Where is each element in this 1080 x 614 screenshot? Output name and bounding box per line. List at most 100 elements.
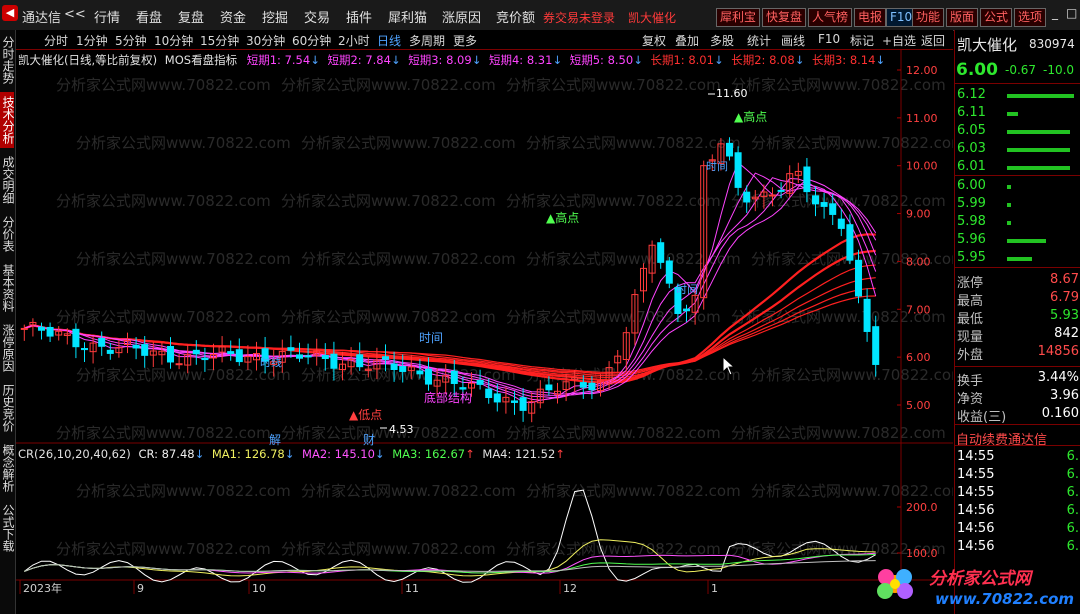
tab-limit-reason[interactable]: 涨停原因 (0, 320, 15, 376)
minimize-icon[interactable]: _ (1052, 6, 1058, 20)
options-button[interactable]: 选项 (1014, 8, 1047, 27)
candle-body (725, 142, 734, 157)
period-multi[interactable]: 多周期 (409, 32, 445, 49)
tab-intraday[interactable]: 分时走势 (0, 32, 15, 88)
period-30min[interactable]: 30分钟 (246, 32, 285, 49)
tab-technical-analysis[interactable]: 技术分析 (0, 92, 15, 148)
site-logo: 分析家公式网 www.70822.com (871, 560, 1080, 614)
tab-company-info[interactable]: 基本资料 (0, 260, 15, 316)
candle-body (579, 382, 587, 388)
adjust-button[interactable]: 复权 (642, 32, 666, 49)
chart-header: 凯大催化(日线,等比前复权) MOS看盘指标 短期1: 7.54↓ 短期2: 7… (18, 52, 885, 68)
draw-line-button[interactable]: 画线 (781, 32, 805, 49)
ask-row-label: 6.03 (957, 141, 986, 156)
candle-body (657, 242, 665, 263)
trade-login-warning[interactable]: 券交易未登录 (543, 9, 615, 26)
mark-button[interactable]: 标记 (850, 32, 874, 49)
menu-limit-reason[interactable]: 涨原因 (442, 7, 481, 26)
period-60min[interactable]: 60分钟 (292, 32, 331, 49)
menu-auction[interactable]: 竞价额 (496, 7, 535, 26)
period-more[interactable]: 更多 (453, 32, 477, 49)
candle-body (390, 363, 398, 370)
menu-quotes[interactable]: 行情 (94, 7, 120, 26)
tab-concept[interactable]: 概念解析 (0, 440, 15, 496)
cr-ma4-arrow: ↑ (555, 447, 565, 461)
menu-review[interactable]: 复盘 (178, 7, 204, 26)
time-tick-label: 1 (711, 582, 718, 594)
menu-plugins[interactable]: 插件 (346, 7, 372, 26)
maximize-icon[interactable]: □ (1066, 6, 1077, 20)
overlay-button[interactable]: 叠加 (675, 32, 699, 49)
watermark-text: 分析家公式网www.70822.com (56, 192, 271, 210)
menu-xilimao[interactable]: 犀利猫 (388, 7, 427, 26)
tab-history-auction[interactable]: 历史竞价 (0, 380, 15, 436)
cr-name[interactable]: CR(26,10,20,40,62) (18, 447, 131, 461)
long-ma-3-arrow: ↓ (875, 53, 886, 67)
cr-header: CR(26,10,20,40,62) CR: 87.48↓ MA1: 126.7… (18, 447, 565, 461)
add-watchlist-button[interactable]: +自选 (882, 32, 916, 49)
tick-row-label: 14:55 (957, 485, 995, 500)
formula-button[interactable]: 公式 (980, 8, 1013, 27)
period-15min[interactable]: 15分钟 (200, 32, 239, 49)
chart-area[interactable]: 分析家公式网www.70822.com 分析家公式网www.70822.com 分析… (16, 50, 953, 594)
candle-body (235, 349, 243, 363)
short-ma-line (24, 177, 877, 399)
candle-body (682, 308, 691, 312)
layout-button[interactable]: 版面 (946, 8, 979, 27)
period-intraday[interactable]: 分时 (44, 32, 68, 49)
tab-price-table[interactable]: 分价表 (0, 212, 15, 256)
stat-row: 现量 842 (955, 326, 1080, 345)
watermark-text: 分析家公式网www.70822.com (76, 366, 291, 384)
candle-body (330, 353, 338, 369)
watermark-layer: 分析家公式网www.70822.com 分析家公式网www.70822.com 分析… (56, 76, 953, 558)
f10-tool-button[interactable]: F10 (818, 32, 840, 46)
candle-body (321, 355, 329, 360)
popularity-button[interactable]: 人气榜 (808, 8, 853, 27)
back-button[interactable]: << (64, 7, 86, 22)
app-logo-icon[interactable]: ◀ (2, 5, 18, 21)
long-ma-3: 长期3: 8.14 (811, 53, 876, 67)
period-2hour[interactable]: 2小时 (338, 32, 370, 49)
candle-body (588, 382, 596, 391)
period-1min[interactable]: 1分钟 (76, 32, 108, 49)
stat-row-label: 涨停 (957, 276, 984, 291)
period-5min[interactable]: 5分钟 (115, 32, 147, 49)
long-ma-2-arrow: ↓ (794, 53, 805, 67)
candle-body (485, 388, 493, 399)
indicator-name[interactable]: MOS看盘指标 (165, 53, 237, 67)
stock-tab[interactable]: 凯大催化 (628, 9, 676, 26)
watermark-text: 分析家公式网www.70822.com (731, 76, 946, 94)
quick-review-button[interactable]: 快复盘 (762, 8, 807, 27)
cr-value: CR: 87.48 (138, 447, 195, 461)
tab-formula-download[interactable]: 公式下载 (0, 500, 15, 556)
menu-funds[interactable]: 资金 (220, 7, 246, 26)
xilibao-button[interactable]: 犀利宝 (716, 8, 761, 27)
return-button[interactable]: 返回 (921, 32, 945, 49)
cr-ma2: MA2: 145.10 (302, 447, 375, 461)
menu-mining[interactable]: 挖掘 (262, 7, 288, 26)
multi-stock-button[interactable]: 多股 (710, 32, 734, 49)
divider (955, 175, 1080, 176)
quote-panel: 凯大催化 830974 6.00 -0.67 -10.0 6.12 6.11 6.0… (954, 30, 1080, 614)
tab-trade-detail[interactable]: 成交明细 (0, 152, 15, 208)
buy-point-label: ▲低点 (349, 408, 382, 422)
function-button[interactable]: 功能 (912, 8, 945, 27)
period-10min[interactable]: 10分钟 (154, 32, 193, 49)
telegraph-button[interactable]: 电报 (854, 8, 887, 27)
long-ma-1: 长期1: 8.01 (650, 53, 714, 67)
cr-lines (24, 489, 876, 583)
statistics-button[interactable]: 统计 (747, 32, 771, 49)
candle-body (201, 357, 209, 361)
menu-watch[interactable]: 看盘 (136, 7, 162, 26)
stat-row: 最低 5.93 (955, 308, 1080, 327)
candle-body (72, 328, 80, 348)
tick-row-value: 6. (1066, 449, 1079, 464)
menu-trade[interactable]: 交易 (304, 7, 330, 26)
chart-svg[interactable]: 分析家公式网www.70822.com 分析家公式网www.70822.com 分析… (16, 50, 953, 594)
watermark-text: 分析家公式网www.70822.com (76, 482, 291, 500)
short-ma-2-arrow: ↓ (390, 53, 401, 67)
watermark-text: 分析家公式网www.70822.com (56, 540, 271, 558)
chart-title: 凯大催化(日线,等比前复权) (18, 53, 158, 67)
period-daily[interactable]: 日线 (377, 32, 401, 49)
cr-ma3: MA3: 162.67 (392, 447, 466, 461)
